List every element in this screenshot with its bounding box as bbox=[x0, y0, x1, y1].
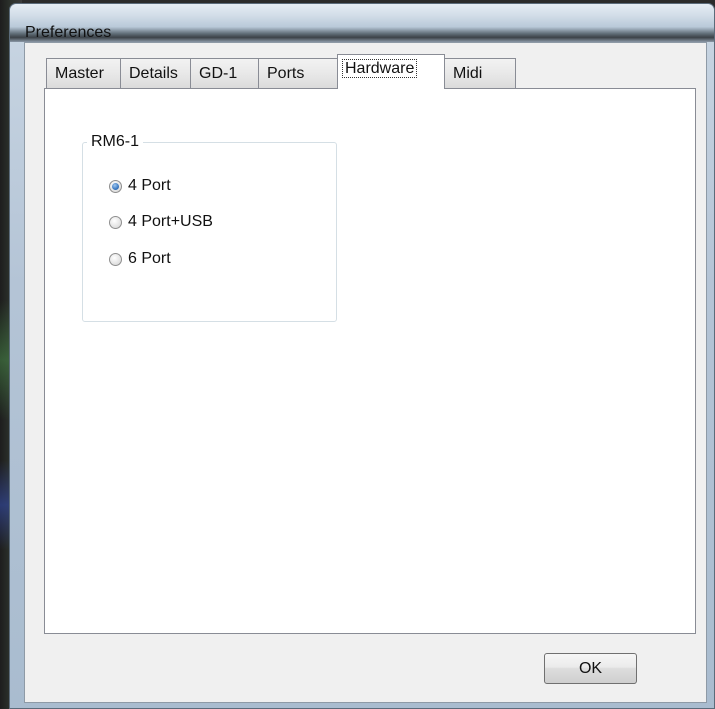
tab-label: Midi bbox=[453, 65, 483, 82]
preferences-window: Preferences Master Details GD-1 Ports Ha… bbox=[9, 3, 715, 709]
radio-option-4-port-usb[interactable]: 4 Port+USB bbox=[109, 213, 213, 231]
tab-ports[interactable]: Ports bbox=[258, 58, 338, 89]
hardware-tab-panel: RM6-1 4 Port 4 Port+USB 6 Port bbox=[44, 88, 696, 634]
tab-details[interactable]: Details bbox=[120, 58, 191, 89]
title-bar[interactable]: Preferences bbox=[10, 4, 714, 42]
tab-master[interactable]: Master bbox=[46, 58, 121, 89]
groupbox-title: RM6-1 bbox=[87, 133, 144, 151]
radio-label[interactable]: 4 Port bbox=[128, 177, 171, 195]
radio-label[interactable]: 4 Port+USB bbox=[128, 213, 213, 231]
tab-midi[interactable]: Midi bbox=[444, 58, 516, 89]
rm6-1-groupbox: RM6-1 4 Port 4 Port+USB 6 Port bbox=[82, 133, 337, 322]
dialog-client-area: Master Details GD-1 Ports Hardware Midi … bbox=[24, 42, 707, 703]
tab-strip: Master Details GD-1 Ports Hardware Midi bbox=[46, 54, 516, 89]
tab-label: Ports bbox=[267, 65, 305, 82]
tab-label: Hardware bbox=[342, 59, 418, 78]
radio-button[interactable] bbox=[109, 215, 122, 229]
radio-option-6-port[interactable]: 6 Port bbox=[109, 250, 171, 268]
radio-label[interactable]: 6 Port bbox=[128, 250, 171, 268]
tab-hardware[interactable]: Hardware bbox=[337, 54, 445, 89]
tab-label: GD-1 bbox=[199, 65, 238, 82]
tab-label: Master bbox=[55, 65, 104, 82]
tab-gd-1[interactable]: GD-1 bbox=[190, 58, 259, 89]
ok-button[interactable]: OK bbox=[544, 653, 637, 684]
window-title: Preferences bbox=[25, 24, 112, 41]
radio-button[interactable] bbox=[109, 252, 122, 266]
radio-option-4-port[interactable]: 4 Port bbox=[109, 177, 171, 195]
tab-label: Details bbox=[129, 65, 178, 82]
radio-button-checked[interactable] bbox=[109, 179, 122, 193]
